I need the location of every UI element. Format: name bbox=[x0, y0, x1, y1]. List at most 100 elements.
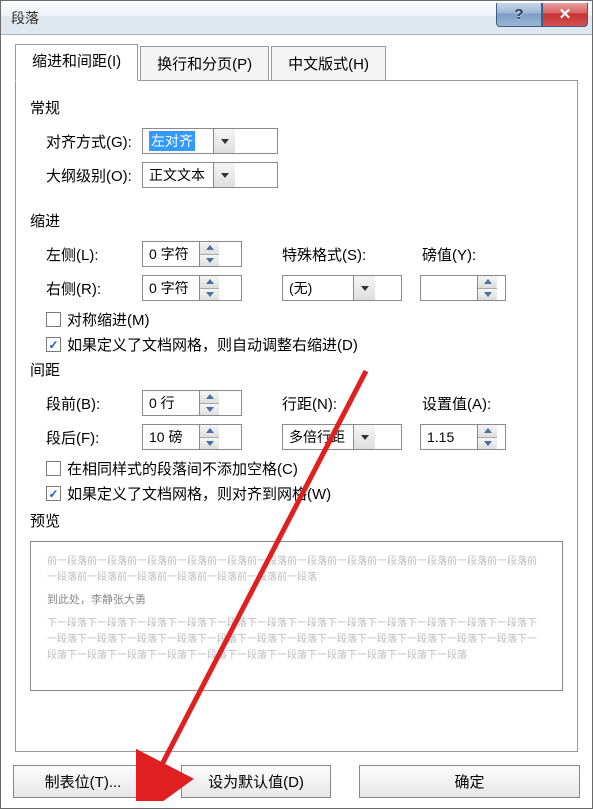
before-spinner[interactable]: 0 行 bbox=[142, 390, 242, 416]
chevron-up-icon bbox=[206, 245, 214, 250]
spin-up-button[interactable] bbox=[478, 276, 497, 288]
chevron-up-icon bbox=[484, 279, 492, 284]
help-icon: ? bbox=[514, 6, 523, 23]
snap-to-grid-checkbox[interactable]: ✓ 如果定义了文档网格，则对齐到网格(W) bbox=[46, 483, 563, 504]
button-row: 制表位(T)... 设为默认值(D) 确定 bbox=[1, 755, 592, 808]
after-label: 段后(F): bbox=[30, 427, 142, 448]
tab-pagination[interactable]: 换行和分页(P) bbox=[140, 46, 269, 81]
line-spacing-label: 行距(N): bbox=[282, 393, 422, 414]
at-value: 1.15 bbox=[421, 425, 477, 449]
right-indent-spinner[interactable]: 0 字符 bbox=[142, 275, 242, 301]
before-label: 段前(B): bbox=[30, 393, 142, 414]
chevron-down-icon bbox=[484, 441, 492, 446]
tab-label: 中文版式(H) bbox=[288, 56, 369, 73]
outline-value: 正文文本 bbox=[143, 163, 213, 187]
chevron-up-icon bbox=[206, 279, 214, 284]
tabs-button[interactable]: 制表位(T)... bbox=[13, 765, 153, 798]
dropdown-button[interactable] bbox=[213, 163, 235, 187]
chevron-down-icon bbox=[361, 286, 369, 291]
chevron-down-icon bbox=[206, 441, 214, 446]
checkbox-box: ✓ bbox=[46, 486, 61, 501]
section-preview-title: 预览 bbox=[30, 510, 563, 531]
chevron-up-icon bbox=[484, 428, 492, 433]
chevron-down-icon bbox=[206, 258, 214, 263]
ok-button[interactable]: 确定 bbox=[359, 765, 580, 798]
tab-asian-typography[interactable]: 中文版式(H) bbox=[271, 46, 386, 81]
chevron-down-icon bbox=[484, 292, 492, 297]
chevron-down-icon bbox=[221, 139, 229, 144]
alignment-combo[interactable]: 左对齐 bbox=[142, 128, 278, 154]
outline-combo[interactable]: 正文文本 bbox=[142, 162, 278, 188]
tab-page: 常规 对齐方式(G): 左对齐 大纲级别(O): 正文文本 缩进 左侧(L): bbox=[15, 80, 578, 752]
dropdown-button[interactable] bbox=[353, 276, 375, 300]
chevron-up-icon bbox=[206, 428, 214, 433]
checkbox-label: 如果定义了文档网格，则自动调整右缩进(D) bbox=[67, 334, 358, 355]
after-spinner[interactable]: 10 磅 bbox=[142, 424, 242, 450]
checkbox-label: 对称缩进(M) bbox=[67, 309, 150, 330]
close-icon: ✕ bbox=[559, 5, 572, 23]
chevron-down-icon bbox=[221, 173, 229, 178]
checkbox-box bbox=[46, 312, 61, 327]
special-label: 特殊格式(S): bbox=[282, 244, 422, 265]
section-indent-title: 缩进 bbox=[30, 210, 563, 231]
spin-down-button[interactable] bbox=[200, 403, 219, 416]
line-spacing-combo[interactable]: 多倍行距 bbox=[282, 424, 402, 450]
preview-filler-before: 前一段落前一段落前一段落前一段落前一段落前一段落前一段落前一段落前一段落前一段落… bbox=[47, 554, 546, 586]
alignment-label: 对齐方式(G): bbox=[30, 131, 142, 152]
spin-up-button[interactable] bbox=[200, 276, 219, 288]
no-space-same-style-checkbox[interactable]: 在相同样式的段落间不添加空格(C) bbox=[46, 458, 563, 479]
chevron-up-icon bbox=[206, 394, 214, 399]
spin-down-button[interactable] bbox=[478, 437, 497, 450]
checkbox-box: ✓ bbox=[46, 337, 61, 352]
button-label: 确定 bbox=[454, 774, 484, 791]
chevron-down-icon bbox=[361, 435, 369, 440]
spin-up-button[interactable] bbox=[200, 391, 219, 403]
spin-up-button[interactable] bbox=[200, 425, 219, 437]
alignment-value: 左对齐 bbox=[143, 129, 213, 153]
special-combo[interactable]: (无) bbox=[282, 275, 402, 301]
spin-up-button[interactable] bbox=[478, 425, 497, 437]
section-spacing-title: 间距 bbox=[30, 359, 563, 380]
dropdown-button[interactable] bbox=[213, 129, 235, 153]
left-indent-spinner[interactable]: 0 字符 bbox=[142, 241, 242, 267]
preview-filler-after: 下一段落下一段落下一段落下一段落下一段落下一段落下一段落下一段落下一段落下一段落… bbox=[47, 616, 546, 664]
auto-adjust-right-checkbox[interactable]: ✓ 如果定义了文档网格，则自动调整右缩进(D) bbox=[46, 334, 563, 355]
by-value bbox=[421, 276, 477, 300]
tab-strip: 缩进和间距(I) 换行和分页(P) 中文版式(H) bbox=[15, 46, 578, 81]
tab-label: 缩进和间距(I) bbox=[32, 53, 121, 70]
preview-box: 前一段落前一段落前一段落前一段落前一段落前一段落前一段落前一段落前一段落前一段落… bbox=[30, 541, 563, 691]
tab-indent-spacing[interactable]: 缩进和间距(I) bbox=[15, 44, 138, 81]
at-spinner[interactable]: 1.15 bbox=[420, 424, 506, 450]
button-label: 设为默认值(D) bbox=[208, 774, 304, 791]
tab-label: 换行和分页(P) bbox=[157, 56, 252, 73]
paragraph-dialog: 段落 ? ✕ 缩进和间距(I) 换行和分页(P) 中文版式(H) 常规 对齐方式… bbox=[0, 0, 593, 809]
close-button[interactable]: ✕ bbox=[542, 3, 588, 27]
right-indent-label: 右侧(R): bbox=[30, 278, 142, 299]
right-indent-value: 0 字符 bbox=[143, 276, 199, 300]
dialog-title: 段落 bbox=[1, 8, 496, 28]
special-value: (无) bbox=[283, 276, 353, 300]
chevron-down-icon bbox=[206, 407, 214, 412]
by-label: 磅值(Y): bbox=[422, 244, 476, 265]
after-value: 10 磅 bbox=[143, 425, 199, 449]
spinner-buttons bbox=[199, 242, 219, 266]
preview-sample-text: 到此处，李静张大勇 bbox=[47, 592, 546, 610]
set-default-button[interactable]: 设为默认值(D) bbox=[181, 765, 331, 798]
spin-up-button[interactable] bbox=[200, 242, 219, 254]
line-spacing-value: 多倍行距 bbox=[283, 425, 353, 449]
spin-down-button[interactable] bbox=[200, 254, 219, 267]
help-button[interactable]: ? bbox=[496, 3, 542, 27]
dropdown-button[interactable] bbox=[353, 425, 375, 449]
by-spinner[interactable] bbox=[420, 275, 506, 301]
spin-down-button[interactable] bbox=[200, 288, 219, 301]
spinner-buttons bbox=[199, 276, 219, 300]
button-label: 制表位(T)... bbox=[45, 774, 122, 791]
mirror-indent-checkbox[interactable]: 对称缩进(M) bbox=[46, 309, 563, 330]
spin-down-button[interactable] bbox=[478, 288, 497, 301]
at-label: 设置值(A): bbox=[422, 393, 491, 414]
spin-down-button[interactable] bbox=[200, 437, 219, 450]
checkbox-box bbox=[46, 461, 61, 476]
spinner-buttons bbox=[477, 276, 497, 300]
outline-label: 大纲级别(O): bbox=[30, 165, 142, 186]
dialog-body: 缩进和间距(I) 换行和分页(P) 中文版式(H) 常规 对齐方式(G): 左对… bbox=[1, 35, 592, 808]
